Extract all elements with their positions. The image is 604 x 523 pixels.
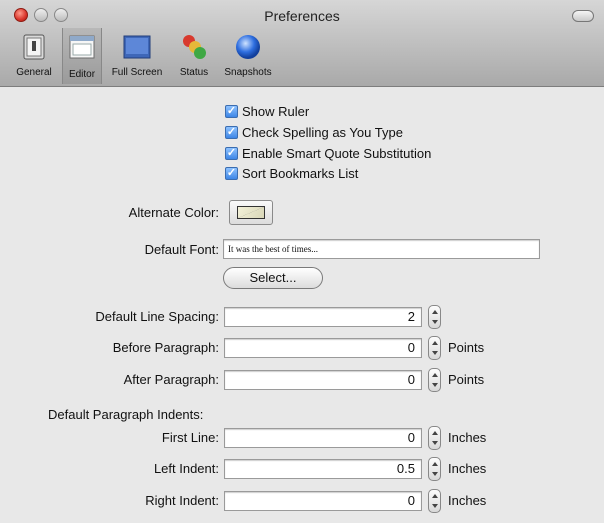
checkmark-icon: ✓	[225, 166, 238, 180]
alternate-color-label: Alternate Color:	[128, 205, 219, 220]
default-font-label: Default Font:	[144, 242, 219, 257]
toolbar-full-screen-label: Full Screen	[111, 67, 163, 78]
first-line-field[interactable]: 0	[224, 428, 422, 448]
check-spelling-checkbox[interactable]: ✓ Check Spelling as You Type	[225, 123, 403, 141]
left-indent-unit: Inches	[448, 461, 487, 476]
checkmark-icon: ✓	[225, 104, 238, 118]
toolbar-general[interactable]: General	[10, 30, 58, 82]
toolbar-status[interactable]: Status	[174, 30, 214, 82]
preferences-window: Preferences General Editor Full Screen S…	[0, 0, 604, 523]
right-indent-label: Right Indent:	[145, 493, 219, 508]
before-paragraph-label: Before Paragraph:	[112, 340, 219, 355]
smart-quote-checkbox[interactable]: ✓ Enable Smart Quote Substitution	[225, 144, 431, 162]
checkmark-icon: ✓	[225, 125, 238, 139]
before-paragraph-unit: Points	[448, 340, 485, 355]
before-paragraph-stepper[interactable]	[428, 336, 441, 360]
right-indent-field[interactable]: 0	[224, 491, 422, 511]
toolbar: Preferences General Editor Full Screen S…	[0, 0, 604, 87]
toolbar-general-label: General	[16, 67, 52, 78]
after-paragraph-stepper[interactable]	[428, 368, 441, 392]
window-title: Preferences	[264, 8, 340, 24]
editor-preferences-pane: ✓ Show Ruler ✓ Check Spelling as You Typ…	[0, 87, 604, 523]
right-indent-unit: Inches	[448, 493, 487, 508]
show-ruler-label: Show Ruler	[242, 103, 310, 119]
after-paragraph-label: After Paragraph:	[123, 372, 219, 387]
after-paragraph-field[interactable]: 0	[224, 370, 422, 390]
toolbar-snapshots[interactable]: Snapshots	[217, 30, 279, 82]
paragraph-indents-heading: Default Paragraph Indents:	[48, 407, 204, 422]
snapshot-orb-icon	[236, 35, 260, 59]
right-indent-stepper[interactable]	[428, 489, 441, 513]
sort-bookmarks-label: Sort Bookmarks List	[242, 165, 359, 181]
line-spacing-field[interactable]: 2	[224, 307, 422, 327]
show-ruler-checkbox[interactable]: ✓ Show Ruler	[225, 102, 309, 120]
line-spacing-stepper[interactable]	[428, 305, 441, 329]
alternate-color-well[interactable]	[229, 200, 273, 225]
default-font-field[interactable]: It was the best of times...	[223, 239, 540, 259]
smart-quote-label: Enable Smart Quote Substitution	[242, 145, 432, 161]
switch-icon	[23, 34, 45, 60]
left-indent-field[interactable]: 0.5	[224, 459, 422, 479]
toolbar-editor[interactable]: Editor	[62, 28, 102, 84]
checkmark-icon: ✓	[225, 146, 238, 160]
first-line-label: First Line:	[161, 430, 219, 445]
check-spelling-label: Check Spelling as You Type	[242, 124, 403, 140]
editor-window-icon	[69, 35, 95, 59]
sort-bookmarks-checkbox[interactable]: ✓ Sort Bookmarks List	[225, 164, 358, 182]
after-paragraph-unit: Points	[448, 372, 485, 387]
before-paragraph-field[interactable]: 0	[224, 338, 422, 358]
status-lights-icon	[183, 35, 206, 59]
first-line-stepper[interactable]	[428, 426, 441, 450]
color-swatch	[237, 206, 265, 219]
first-line-unit: Inches	[448, 430, 487, 445]
full-screen-icon	[123, 35, 151, 59]
toolbar-snapshots-label: Snapshots	[224, 67, 272, 78]
select-font-button[interactable]: Select...	[223, 267, 323, 289]
toolbar-full-screen[interactable]: Full Screen	[104, 30, 170, 82]
toolbar-status-label: Status	[179, 67, 209, 78]
left-indent-label: Left Indent:	[153, 461, 219, 476]
line-spacing-label: Default Line Spacing:	[95, 309, 219, 324]
toolbar-toggle-button[interactable]	[572, 10, 594, 22]
left-indent-stepper[interactable]	[428, 457, 441, 481]
toolbar-editor-label: Editor	[68, 69, 96, 80]
